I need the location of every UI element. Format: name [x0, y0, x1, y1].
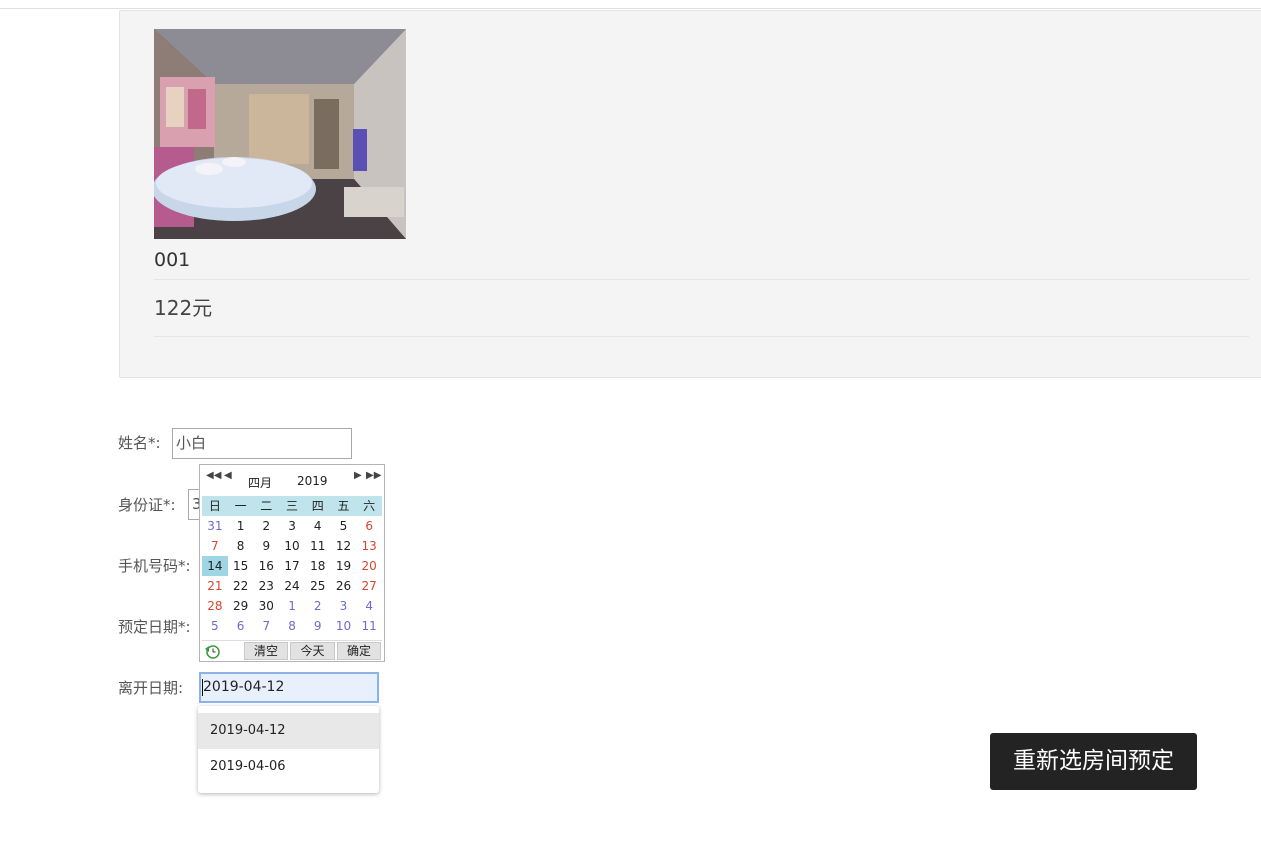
calendar-day[interactable]: 22	[228, 576, 254, 596]
calendar-day[interactable]: 3	[331, 596, 357, 616]
leave-date-input[interactable]: 2019-04-12	[199, 672, 379, 703]
calendar-week: 5 6 7 8 9 10 11	[202, 616, 382, 636]
calendar-day[interactable]: 2	[253, 516, 279, 536]
calendar-day[interactable]: 4	[305, 516, 331, 536]
calendar-day[interactable]: 24	[279, 576, 305, 596]
room-image	[154, 29, 406, 239]
calendar-month[interactable]: 四月	[248, 474, 272, 491]
calendar-week: 14 15 16 17 18 19 20	[202, 556, 382, 576]
calendar-day[interactable]: 11	[356, 616, 382, 636]
weekday: 四	[311, 499, 324, 513]
calendar-day[interactable]: 15	[228, 556, 254, 576]
autocomplete-option[interactable]: 2019-04-06	[198, 749, 379, 785]
calendar-week: 21 22 23 24 25 26 27	[202, 576, 382, 596]
calendar-week: 28 29 30 1 2 3 4	[202, 596, 382, 616]
room-price: 122元	[154, 296, 213, 320]
prev-year-icon[interactable]: ◀◀	[206, 470, 221, 481]
rebook-room-button[interactable]: 重新选房间预定	[990, 733, 1197, 790]
room-photo	[154, 29, 406, 239]
clock-icon[interactable]	[204, 643, 220, 659]
phone-label: 手机号码*:	[118, 557, 191, 575]
weekday: 三	[286, 499, 299, 513]
calendar-day[interactable]: 26	[331, 576, 357, 596]
calendar-day[interactable]: 29	[228, 596, 254, 616]
autocomplete-option[interactable]: 2019-04-12	[198, 713, 379, 749]
calendar-week: 7 8 9 10 11 12 13	[202, 536, 382, 556]
divider	[154, 279, 1249, 280]
calendar-day[interactable]: 4	[356, 596, 382, 616]
calendar-day[interactable]: 8	[228, 536, 254, 556]
name-label: 姓名*:	[118, 434, 161, 452]
room-card: 001 122元	[119, 10, 1261, 378]
room-number: 001	[154, 249, 191, 271]
calendar-grid: 31 1 2 3 4 5 6 7 8 9 10 11 12 13 14 15 1…	[202, 516, 382, 636]
calendar-day[interactable]: 3	[279, 516, 305, 536]
calendar-day[interactable]: 23	[253, 576, 279, 596]
weekday: 二	[260, 499, 273, 513]
calendar-day[interactable]: 9	[305, 616, 331, 636]
calendar-day[interactable]: 6	[228, 616, 254, 636]
weekday-header: 日 一 二 三 四 五 六	[202, 496, 382, 516]
calendar-day[interactable]: 28	[202, 596, 228, 616]
id-label: 身份证*:	[118, 496, 176, 514]
dropdown-padding	[198, 706, 379, 713]
book-date-label: 预定日期*:	[118, 618, 191, 636]
calendar-day[interactable]: 25	[305, 576, 331, 596]
calendar-day[interactable]: 7	[202, 536, 228, 556]
next-month-icon[interactable]: ▶	[354, 470, 362, 481]
weekday: 日	[208, 499, 221, 513]
date-picker: ◀◀ ◀ 四月 2019 ▶ ▶▶ 日 一 二 三 四 五 六 31 1 2 3…	[199, 464, 385, 662]
name-input[interactable]: 小白	[172, 428, 352, 459]
calendar-year[interactable]: 2019	[297, 474, 328, 488]
leave-date-value: 2019-04-12	[203, 679, 285, 695]
calendar-day-today[interactable]: 14	[202, 556, 228, 576]
calendar-day[interactable]: 11	[305, 536, 331, 556]
weekday: 五	[337, 499, 350, 513]
confirm-button[interactable]: 确定	[337, 642, 381, 660]
calendar-day[interactable]: 16	[253, 556, 279, 576]
calendar-day[interactable]: 8	[279, 616, 305, 636]
calendar-day[interactable]: 27	[356, 576, 382, 596]
calendar-day[interactable]: 12	[331, 536, 357, 556]
calendar-day[interactable]: 20	[356, 556, 382, 576]
divider	[154, 336, 1249, 337]
calendar-day[interactable]: 6	[356, 516, 382, 536]
leave-date-label: 离开日期:	[118, 679, 184, 697]
calendar-day[interactable]: 2	[305, 596, 331, 616]
calendar-day[interactable]: 31	[202, 516, 228, 536]
autocomplete-dropdown: 2019-04-12 2019-04-06	[198, 706, 379, 793]
calendar-day[interactable]: 13	[356, 536, 382, 556]
next-year-icon[interactable]: ▶▶	[366, 470, 381, 481]
weekday: 一	[234, 499, 247, 513]
calendar-nav: ◀◀ ◀ 四月 2019 ▶ ▶▶	[200, 465, 384, 495]
today-button[interactable]: 今天	[290, 642, 335, 660]
calendar-day[interactable]: 30	[253, 596, 279, 616]
prev-month-icon[interactable]: ◀	[224, 470, 232, 481]
calendar-day[interactable]: 10	[279, 536, 305, 556]
calendar-day[interactable]: 5	[202, 616, 228, 636]
calendar-footer: 清空 今天 确定	[202, 640, 382, 660]
calendar-week: 31 1 2 3 4 5 6	[202, 516, 382, 536]
calendar-day[interactable]: 9	[253, 536, 279, 556]
calendar-day[interactable]: 7	[253, 616, 279, 636]
clear-button[interactable]: 清空	[244, 642, 288, 660]
top-divider	[0, 8, 1261, 9]
calendar-day[interactable]: 18	[305, 556, 331, 576]
calendar-day[interactable]: 1	[279, 596, 305, 616]
calendar-day[interactable]: 10	[331, 616, 357, 636]
calendar-day[interactable]: 21	[202, 576, 228, 596]
calendar-day[interactable]: 1	[228, 516, 254, 536]
weekday: 六	[363, 499, 376, 513]
calendar-day[interactable]: 19	[331, 556, 357, 576]
calendar-day[interactable]: 5	[331, 516, 357, 536]
calendar-day[interactable]: 17	[279, 556, 305, 576]
